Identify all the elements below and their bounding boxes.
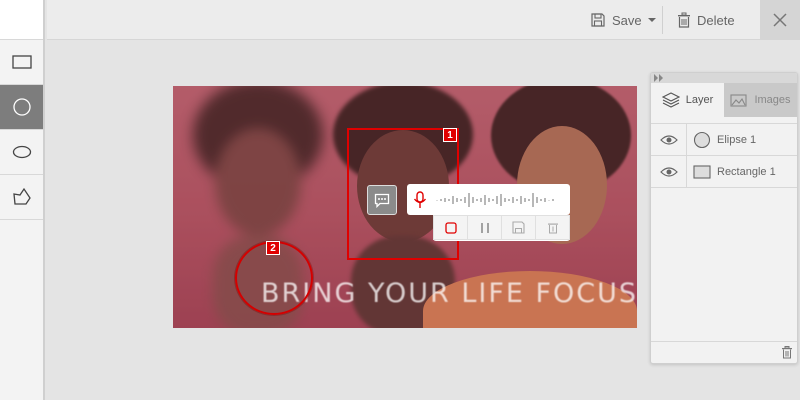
rectangle-shape-icon <box>687 164 717 179</box>
save-button[interactable]: Save <box>590 0 656 40</box>
save-audio-button[interactable] <box>502 215 536 240</box>
tab-images[interactable]: Images <box>724 83 797 117</box>
layers-icon <box>661 92 680 108</box>
tab-images-label: Images <box>754 94 791 106</box>
layers-panel: Layer Images Elipse 1 Rectangle 1 <box>650 72 798 364</box>
annotation-badge-1: 1 <box>443 128 457 142</box>
trash-icon <box>547 223 558 234</box>
trash-icon <box>782 346 792 359</box>
visibility-toggle[interactable] <box>651 123 687 156</box>
layer-list: Elipse 1 Rectangle 1 <box>651 123 797 188</box>
tab-layer-label: Layer <box>685 94 714 106</box>
trash-icon <box>678 12 690 28</box>
delete-button[interactable]: Delete <box>677 0 735 40</box>
polygon-icon <box>12 187 31 205</box>
delete-label: Delete <box>697 12 735 28</box>
panel-header[interactable] <box>651 73 797 83</box>
delete-layer-button[interactable] <box>781 346 793 363</box>
comment-icon <box>374 193 390 208</box>
audio-recorder-panel <box>407 184 570 241</box>
close-icon <box>773 13 787 27</box>
panel-footer <box>651 341 797 363</box>
save-label: Save <box>612 12 642 28</box>
comment-button[interactable] <box>367 185 397 215</box>
audio-controls <box>433 215 570 241</box>
ellipse-tool-button[interactable] <box>0 130 43 175</box>
layer-item-rectangle[interactable]: Rectangle 1 <box>651 155 797 188</box>
rectangle-tool-button[interactable] <box>0 40 43 85</box>
top-toolbar: Save Delete <box>47 0 800 40</box>
image-caption: BRING YOUR LIFE FOCUS <box>261 278 637 309</box>
record-stop-button[interactable] <box>433 215 468 240</box>
polygon-tool-button[interactable] <box>0 175 43 220</box>
panel-tabs: Layer Images <box>651 83 797 117</box>
layer-item-label: Rectangle 1 <box>717 165 776 178</box>
layer-item-ellipse[interactable]: Elipse 1 <box>651 123 797 156</box>
rectangle-icon <box>11 55 32 69</box>
caret-down-icon <box>647 18 656 22</box>
delete-audio-button[interactable] <box>536 215 570 240</box>
audio-recorder-bar <box>407 184 570 215</box>
sidebar-header <box>0 0 43 40</box>
close-button[interactable] <box>760 0 800 40</box>
pause-button[interactable] <box>468 215 502 240</box>
circle-icon <box>12 98 31 116</box>
tab-layer[interactable]: Layer <box>651 83 724 117</box>
collapse-arrows-icon[interactable] <box>654 74 664 82</box>
ellipse-icon <box>12 145 31 159</box>
circle-shape-icon <box>687 131 717 149</box>
pause-icon <box>480 222 489 233</box>
stop-icon <box>444 221 457 234</box>
toolbar-divider <box>662 6 663 34</box>
waveform-icon <box>436 192 554 207</box>
eye-icon <box>659 166 678 177</box>
save-icon <box>591 13 605 27</box>
eye-icon <box>659 134 678 145</box>
microphone-icon[interactable] <box>413 190 427 209</box>
images-icon <box>730 94 748 107</box>
layer-item-label: Elipse 1 <box>717 133 757 146</box>
annotation-badge-2: 2 <box>266 241 280 255</box>
circle-tool-button[interactable] <box>0 85 43 130</box>
tool-sidebar <box>0 0 45 400</box>
visibility-toggle[interactable] <box>651 155 687 188</box>
save-icon <box>512 221 525 234</box>
